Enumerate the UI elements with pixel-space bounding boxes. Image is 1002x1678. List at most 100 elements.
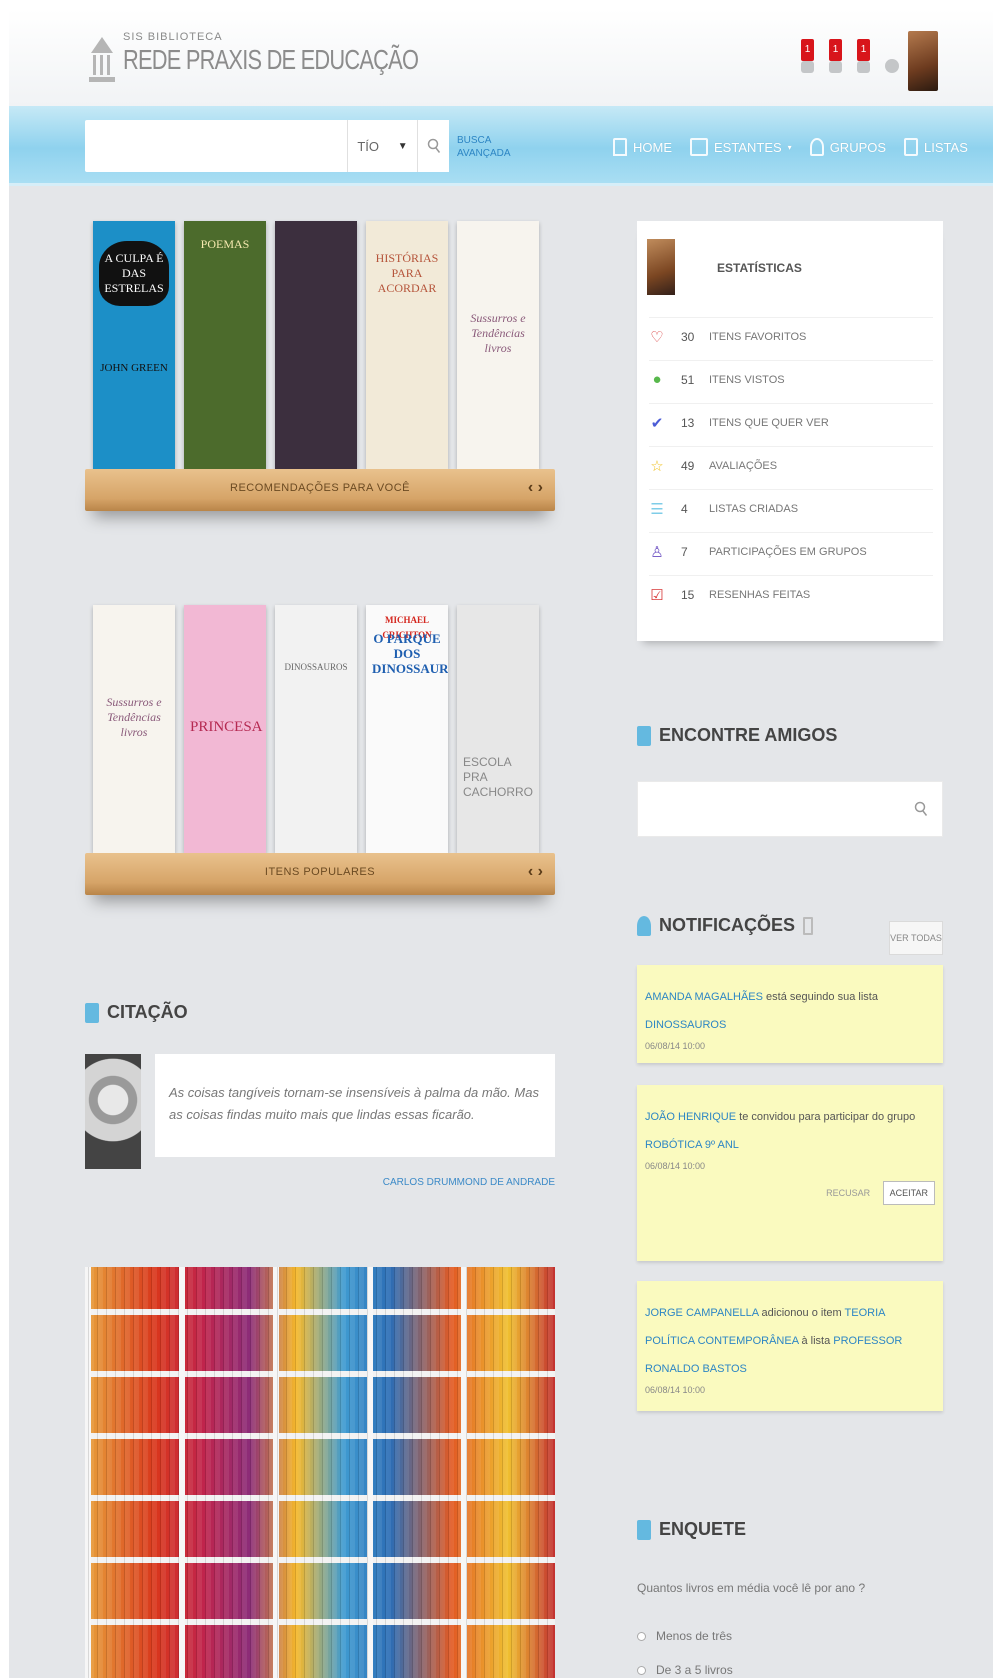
quote-icon <box>85 1002 99 1023</box>
search-button[interactable] <box>417 120 449 172</box>
book-cover[interactable]: ESCOLA PRA CACHORRO <box>457 605 539 853</box>
stat-count: 4 <box>681 501 688 516</box>
trash-icon[interactable] <box>803 916 814 935</box>
book-title: O PARQUE DOS DINOSSAUROS <box>372 631 448 676</box>
list-icon <box>904 138 919 156</box>
book-cover[interactable]: MICHAEL CRICHTON O PARQUE DOS DINOSSAURO… <box>366 605 448 853</box>
notification-actor-link[interactable]: AMANDA MAGALHÃES <box>645 991 763 1003</box>
accept-button[interactable]: ACEITAR <box>882 1181 935 1205</box>
notification-body: adicionou o item <box>758 1307 845 1319</box>
nav-listas[interactable]: LISTAS <box>904 138 968 156</box>
logo[interactable]: SIS BIBLIOTECA REDE PRAXIS DE EDUCAÇÃO <box>89 31 501 83</box>
friends-search-input[interactable] <box>638 782 898 836</box>
notification-body-extra: à lista <box>798 1335 834 1347</box>
bell-icon <box>637 915 651 936</box>
chevron-right-icon[interactable]: › <box>538 863 543 880</box>
search-input[interactable] <box>85 120 347 172</box>
invite-actions: RECUSAR ACEITAR <box>645 1181 935 1205</box>
poll-option[interactable]: Menos de três <box>637 1629 732 1643</box>
book-title: ESCOLA PRA CACHORRO <box>463 755 534 799</box>
stat-count: 7 <box>681 544 688 559</box>
notification-time: 06/08/14 10:00 <box>645 1161 706 1171</box>
advanced-search-link[interactable]: BUSCA AVANÇADA <box>457 134 511 160</box>
stat-label: AVALIAÇÕES <box>709 459 778 472</box>
stat-row[interactable]: ♡ 30 ITENS FAVORITOS <box>649 317 933 355</box>
citation-heading: CITAÇÃO <box>85 1002 188 1023</box>
poll-option[interactable]: De 3 a 5 livros <box>637 1663 733 1677</box>
stat-row[interactable]: ♙ 7 PARTICIPAÇÕES EM GRUPOS <box>649 532 933 570</box>
stats-title: ESTATÍSTICAS <box>717 261 802 275</box>
quote-author-link[interactable]: CARLOS DRUMMOND DE ANDRADE <box>155 1177 555 1188</box>
nav-grupos[interactable]: GRUPOS <box>809 138 886 156</box>
nav-home-label: HOME <box>633 139 672 155</box>
notifications-heading: NOTIFICAÇÕES <box>637 915 814 936</box>
shelf-arrows: ‹ › <box>528 863 543 881</box>
book-cover[interactable]: POEMAS <box>184 221 266 469</box>
logo-subtitle: SIS BIBLIOTECA <box>123 31 223 43</box>
radio-button[interactable] <box>637 1631 646 1641</box>
stat-count: 13 <box>681 415 695 430</box>
nav-estantes[interactable]: ESTANTES ▾ <box>690 138 792 156</box>
notification-item: JOÃO HENRIQUE te convidou para participa… <box>637 1085 943 1261</box>
bookshelf-icon <box>690 138 708 156</box>
citation-heading-label: CITAÇÃO <box>107 1002 188 1022</box>
stat-count: 51 <box>681 372 695 387</box>
radio-button[interactable] <box>637 1665 646 1675</box>
advanced-search-line2: AVANÇADA <box>457 148 511 159</box>
chevron-right-icon[interactable]: › <box>538 479 543 496</box>
book-cover[interactable]: Sussurros e Tendências livros <box>457 221 539 469</box>
nav-home[interactable]: HOME <box>613 138 672 156</box>
stat-row[interactable]: ✔ 13 ITENS QUE QUER VER <box>649 403 933 441</box>
notification-actor-link[interactable]: JOÃO HENRIQUE <box>645 1111 736 1123</box>
book-cover[interactable]: HISTÓRIAS PARA ACORDAR <box>366 221 448 469</box>
book-cover[interactable]: DINOSSAUROS <box>275 605 357 853</box>
stat-row[interactable]: ☰ 4 LISTAS CRIADAS <box>649 489 933 527</box>
user-icons: 1 1 1 <box>799 39 901 73</box>
book-cover[interactable]: A CULPA É DAS ESTRELAS JOHN GREEN <box>93 221 175 469</box>
stat-count: 49 <box>681 458 695 473</box>
logo-title: REDE PRAXIS DE EDUCAÇÃO <box>123 44 419 75</box>
nav-bar: TÍO ▼ BUSCA AVANÇADA HOME ESTANTES ▾ GRU… <box>9 106 993 186</box>
nav-listas-label: LISTAS <box>924 139 968 155</box>
book-author: JOHN GREEN <box>100 362 168 374</box>
chevron-left-icon[interactable]: ‹ <box>528 863 533 880</box>
stat-row[interactable]: ● 51 ITENS VISTOS <box>649 360 933 398</box>
search-icon[interactable] <box>914 800 928 818</box>
avatar[interactable] <box>908 31 938 91</box>
settings-icon[interactable] <box>883 39 901 73</box>
notification-text: JOÃO HENRIQUE te convidou para participa… <box>645 1103 935 1159</box>
book-cover[interactable]: Sussurros e Tendências livros <box>93 605 175 853</box>
see-all-button[interactable]: VER TODAS <box>889 921 943 955</box>
chevron-down-icon: ▾ <box>787 142 792 152</box>
stat-row[interactable]: ☑ 15 RESENHAS FEITAS <box>649 575 933 613</box>
heart-icon: ♡ <box>650 328 664 346</box>
stat-label: ITENS FAVORITOS <box>709 330 807 343</box>
poll-heading: ENQUETE <box>637 1519 746 1540</box>
chevron-left-icon[interactable]: ‹ <box>528 479 533 496</box>
stat-label: LISTAS CRIADAS <box>709 502 799 515</box>
eye-icon: ● <box>652 371 662 388</box>
poll-heading-label: ENQUETE <box>659 1519 747 1539</box>
notification-target-link[interactable]: DINOSSAUROS <box>645 1019 726 1031</box>
notification-target-link[interactable]: ROBÓTICA 9º ANL <box>645 1139 739 1151</box>
book-title: PRINCESA <box>190 719 263 735</box>
bell-icon[interactable]: 1 <box>855 39 873 73</box>
book-cover[interactable] <box>275 221 357 469</box>
advanced-search-line1: BUSCA <box>457 135 492 146</box>
reject-button[interactable]: RECUSAR <box>826 1188 870 1198</box>
messages-icon[interactable]: 1 <box>799 39 817 73</box>
user-search-icon <box>637 725 651 746</box>
page: SIS BIBLIOTECA REDE PRAXIS DE EDUCAÇÃO 1… <box>9 9 993 1678</box>
stats-avatar[interactable] <box>647 239 675 295</box>
search-type-select[interactable]: TÍO ▼ <box>347 120 417 172</box>
book-title: DINOSSAUROS <box>284 662 348 672</box>
notification-item: JORGE CAMPANELLA adicionou o item TEORIA… <box>637 1281 943 1411</box>
group-icon <box>809 138 824 156</box>
checkbox-icon <box>637 1519 651 1540</box>
notification-actor-link[interactable]: JORGE CAMPANELLA <box>645 1307 759 1319</box>
friend-requests-icon[interactable]: 1 <box>827 39 845 73</box>
bookmark-icon: ✔ <box>650 414 664 432</box>
book-cover[interactable]: PRINCESA <box>184 605 266 853</box>
book-title: POEMAS <box>200 237 250 251</box>
stat-row[interactable]: ☆ 49 AVALIAÇÕES <box>649 446 933 484</box>
